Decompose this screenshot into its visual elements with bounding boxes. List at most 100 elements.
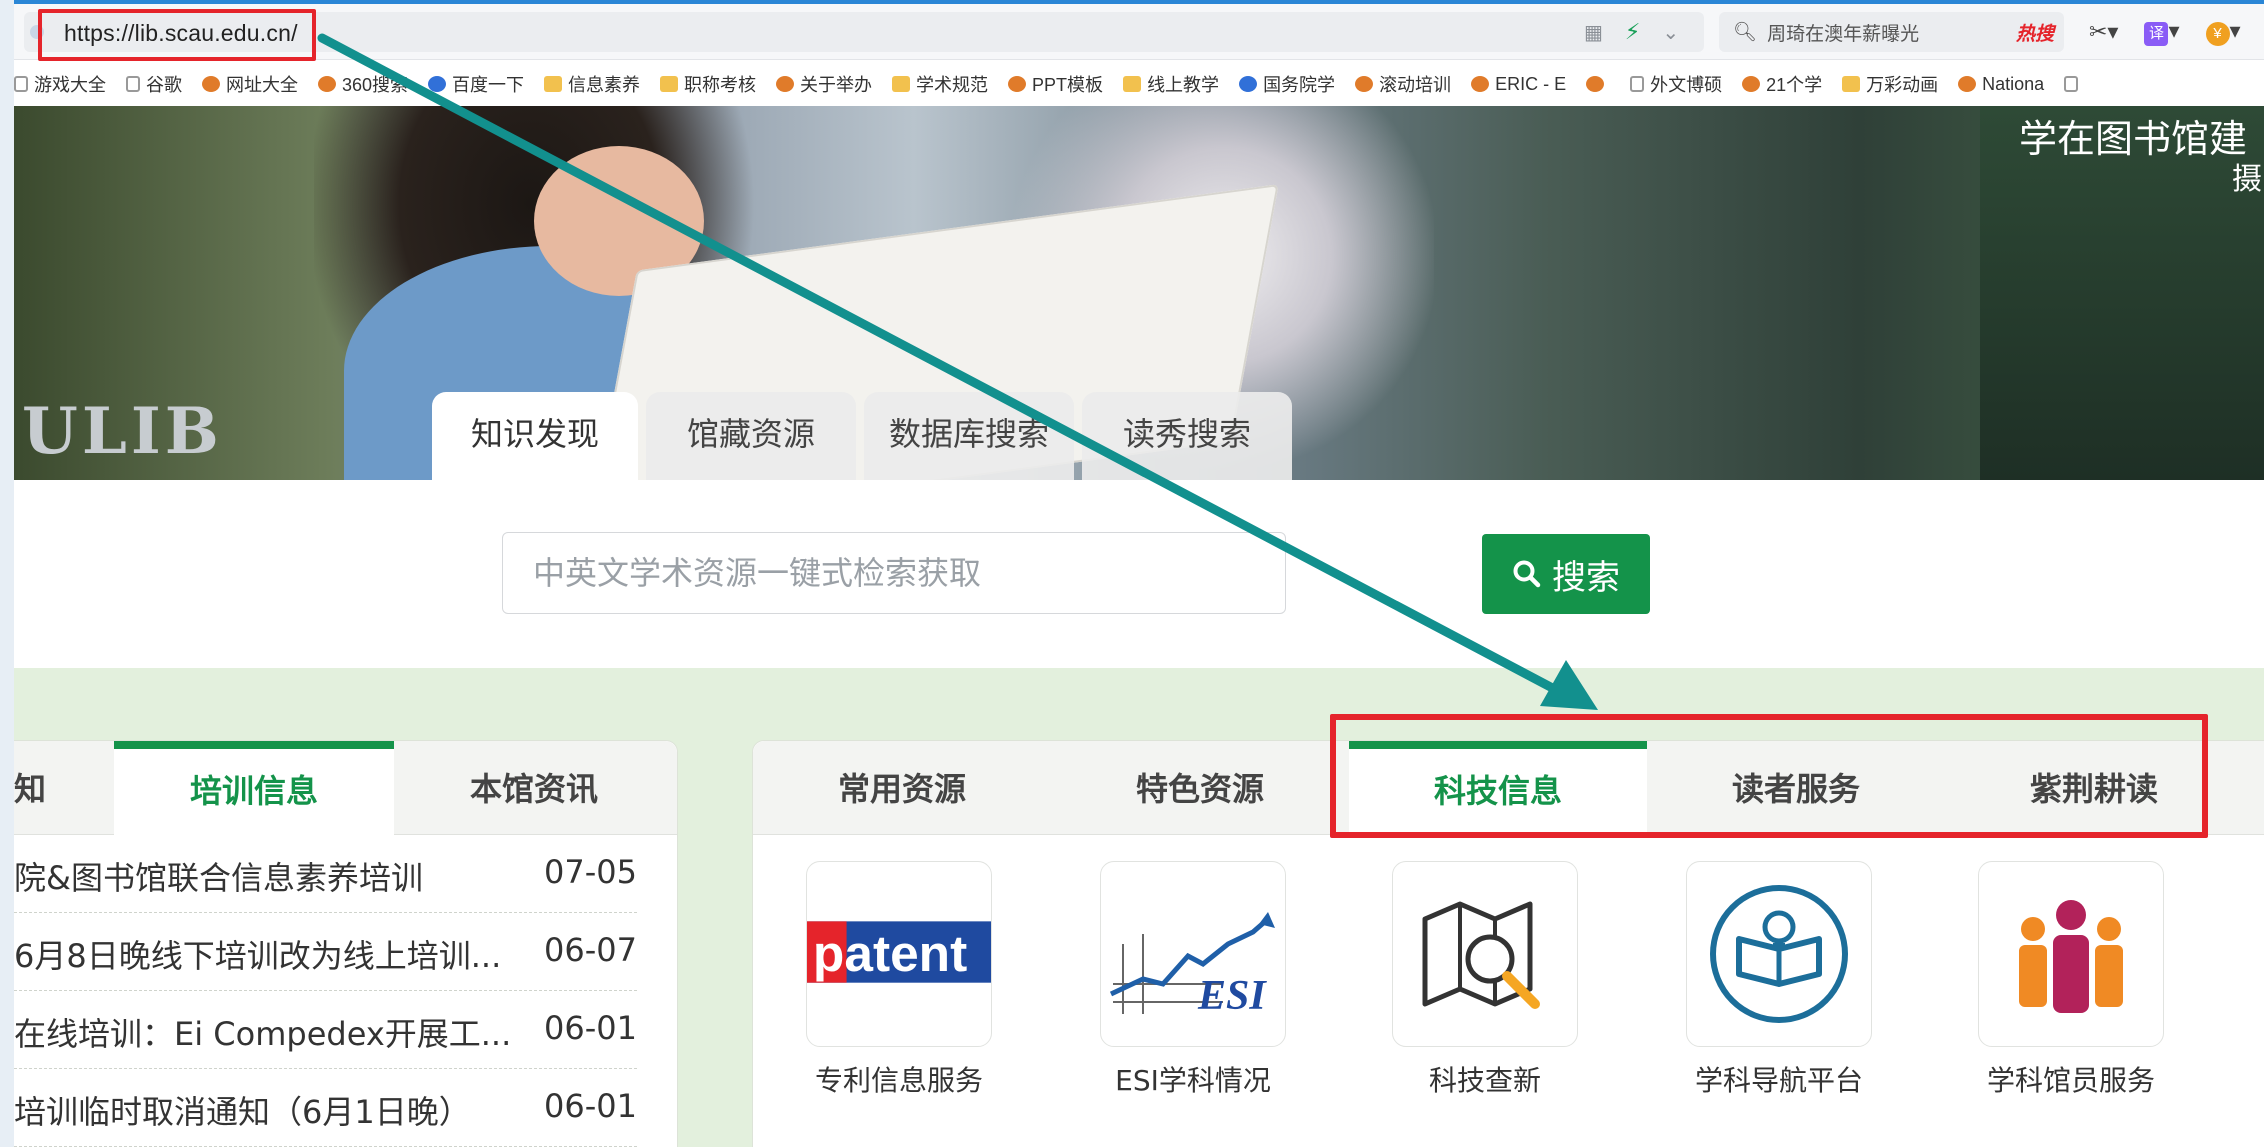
bookmark-item[interactable]: 游戏大全: [14, 71, 106, 97]
hot-search-label[interactable]: 热搜: [2016, 19, 2054, 46]
resource-item-librarian[interactable]: 学科馆员服务: [1971, 861, 2171, 1099]
bookmark-label: 万彩动画: [1866, 75, 1939, 95]
scissors-icon[interactable]: ✂▾: [2089, 19, 2118, 45]
book-bulb-icon: [1686, 861, 1872, 1047]
bookmark-item[interactable]: 信息素养: [544, 71, 640, 97]
resource-tab[interactable]: 特色资源: [1051, 741, 1349, 835]
news-tab[interactable]: 培训信息: [114, 741, 394, 835]
bookmark-label: 网址大全: [226, 75, 298, 95]
news-item[interactable]: 培训临时取消通知（6月1日晚） 06-01: [14, 1069, 637, 1147]
news-title[interactable]: 6月8日晚线下培训改为线上培训...: [14, 931, 514, 977]
bookmark-item[interactable]: [1586, 76, 1610, 92]
bookmark-item[interactable]: 国务院学: [1239, 71, 1335, 97]
search-button-label: 搜索: [1552, 558, 1620, 597]
site-favicon-icon: [318, 76, 336, 92]
search-area: 中英文学术资源一键式检索获取 搜索: [14, 480, 2264, 668]
people-group-icon: [1978, 861, 2164, 1047]
bookmark-item[interactable]: 线上教学: [1123, 71, 1219, 97]
url-highlight-box: [38, 9, 316, 61]
folder-icon: [1123, 76, 1142, 92]
esi-logo-text: ESI: [1197, 973, 1267, 1019]
news-tab[interactable]: 知: [14, 741, 74, 835]
search-button[interactable]: 搜索: [1482, 534, 1650, 614]
resource-label: 专利信息服务: [814, 1064, 983, 1097]
news-list: 院&图书馆联合信息素养培训 07-05 6月8日晚线下培训改为线上培训... 06-0…: [14, 835, 677, 1147]
bookmark-item[interactable]: 学术规范: [892, 71, 988, 97]
bookmark-item[interactable]: ERIC - E: [1471, 74, 1566, 95]
resource-tab[interactable]: 常用资源: [753, 741, 1051, 835]
resource-item-patent[interactable]: patent 专利信息服务: [799, 861, 999, 1099]
site-favicon-icon: [1355, 76, 1374, 92]
news-date: 06-01: [544, 1087, 637, 1125]
site-favicon-icon: [1471, 76, 1490, 92]
news-tabs: 知培训信息 本馆资讯: [14, 741, 677, 835]
site-favicon-icon: [428, 76, 447, 92]
news-item[interactable]: 在线培训：Ei Compedex开展工... 06-01: [14, 991, 637, 1069]
bookmark-label: 关于举办: [800, 75, 873, 95]
resource-label: 学科馆员服务: [1986, 1064, 2155, 1097]
bookmark-item[interactable]: PPT模板: [1008, 71, 1103, 97]
bookmark-label: 外文博硕: [1650, 75, 1723, 95]
news-title[interactable]: 在线培训：Ei Compedex开展工...: [14, 1009, 514, 1055]
address-tools: ▦ ⚡ ⌄: [1584, 12, 1679, 52]
news-tab[interactable]: 本馆资讯: [394, 741, 674, 835]
search-icon: 🔍︎: [1733, 22, 1758, 43]
map-magnifier-icon: [1392, 861, 1578, 1047]
page-icon: [126, 76, 140, 92]
esi-chart-icon: ESI: [1100, 861, 1286, 1047]
page-icon: [14, 76, 28, 92]
bookmark-item[interactable]: 万彩动画: [1842, 71, 1938, 97]
news-title[interactable]: 院&图书馆联合信息素养培训: [14, 853, 514, 899]
news-title[interactable]: 培训临时取消通知（6月1日晚）: [14, 1087, 514, 1133]
chevron-down-icon[interactable]: ⌄: [1662, 20, 1679, 45]
search-tab[interactable]: 知识发现: [432, 392, 638, 480]
bookmark-item[interactable]: 谷歌: [126, 71, 182, 97]
bookmark-item[interactable]: [2064, 76, 2084, 92]
resource-item-novelty-search[interactable]: 科技查新: [1385, 861, 1585, 1099]
speed-mode-icon[interactable]: ⚡: [1625, 19, 1640, 45]
browser-search-box[interactable]: 🔍︎ 周琦在澳年薪曝光 热搜: [1719, 12, 2064, 52]
news-item[interactable]: 院&图书馆联合信息素养培训 07-05: [14, 835, 637, 913]
browser-address-bar: https://lib.scau.edu.cn/ ▦ ⚡ ⌄ 🔍︎ 周琦在澳年薪…: [14, 4, 2264, 60]
bookmark-item[interactable]: Nationa: [1958, 74, 2044, 95]
window-edge: [0, 0, 14, 1147]
search-input[interactable]: 中英文学术资源一键式检索获取: [502, 532, 1286, 614]
bookmark-label: Nationa: [1982, 73, 2045, 94]
bookmark-label: 线上教学: [1147, 75, 1220, 95]
bookmarks-bar: 游戏大全 谷歌 网址大全 360搜索 百度一下 信息素养 职称考核 关于举办 学术规范 PPT模板…: [14, 62, 2264, 106]
bookmark-label: 游戏大全: [34, 75, 106, 95]
bookmark-item[interactable]: 职称考核: [660, 71, 756, 97]
bookmark-label: 谷歌: [146, 75, 182, 95]
wallet-icon[interactable]: ¥ ▾: [2205, 18, 2241, 46]
search-icon: [1513, 560, 1541, 588]
patent-logo-text: patent: [813, 924, 967, 982]
site-favicon-icon: [1958, 76, 1977, 92]
translate-icon[interactable]: 译 ▾: [2144, 18, 2180, 46]
bookmark-item[interactable]: 外文博硕: [1630, 71, 1722, 97]
folder-icon: [892, 76, 911, 92]
bookmark-item[interactable]: 百度一下: [428, 71, 524, 97]
bookmark-item[interactable]: 360搜索: [318, 71, 408, 97]
news-date: 06-07: [544, 931, 637, 969]
site-favicon-icon: [1008, 76, 1027, 92]
search-box-text: 周琦在澳年薪曝光: [1767, 23, 1920, 45]
bookmark-label: 滚动培训: [1379, 75, 1452, 95]
site-favicon-icon: [776, 76, 795, 92]
news-item[interactable]: 6月8日晚线下培训改为线上培训... 06-07: [14, 913, 637, 991]
bookmark-item[interactable]: 滚动培训: [1355, 71, 1451, 97]
qr-code-icon[interactable]: ▦: [1584, 20, 1603, 45]
resource-item-esi[interactable]: ESI ESI学科情况: [1093, 861, 1293, 1099]
bookmark-item[interactable]: 网址大全: [202, 71, 298, 97]
folder-icon: [1842, 76, 1861, 92]
hero-caption-sub: 摄: [2232, 163, 2262, 196]
search-tab[interactable]: 数据库搜索: [864, 392, 1074, 480]
search-tab[interactable]: 读秀搜索: [1082, 392, 1292, 480]
resource-item-subject-nav[interactable]: 学科导航平台: [1679, 861, 1879, 1099]
bookmark-item[interactable]: 关于举办: [776, 71, 872, 97]
tabs-highlight-box: [1330, 714, 2208, 838]
bookmark-label: PPT模板: [1032, 75, 1104, 95]
page-icon: [2064, 76, 2079, 92]
search-tab[interactable]: 馆藏资源: [646, 392, 856, 480]
bookmark-item[interactable]: 21个学: [1742, 71, 1822, 97]
bookmark-label: 信息素养: [568, 75, 641, 95]
